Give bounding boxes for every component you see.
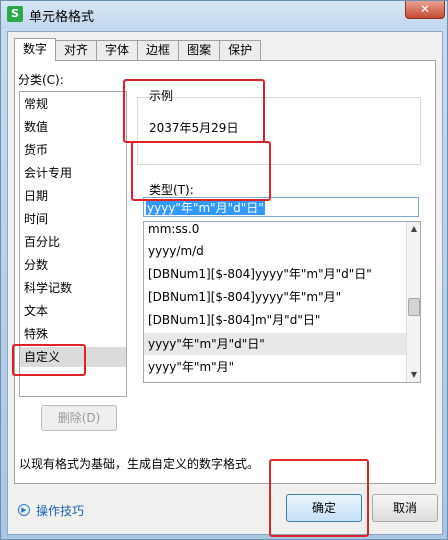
tab-protection[interactable]: 保护	[219, 40, 262, 60]
help-link[interactable]: 操作技巧	[36, 502, 84, 519]
sample-label: 示例	[149, 89, 174, 103]
tab-pattern[interactable]: 图案	[178, 40, 221, 60]
app-logo-icon: S	[7, 6, 23, 22]
tab-border[interactable]: 边框	[137, 40, 180, 60]
cancel-button[interactable]: 取消	[372, 494, 438, 522]
delete-button[interactable]: 删除(D)	[41, 405, 117, 431]
category-item-currency[interactable]: 货币	[20, 140, 126, 160]
type-input[interactable]: yyyy"年"m"月"d"日"	[143, 197, 419, 217]
ok-button[interactable]: 确定	[286, 494, 362, 522]
tab-bar: 数字 对齐 字体 边框 图案 保护	[14, 38, 262, 61]
dialog-body: 数字 对齐 字体 边框 图案 保护 分类(C): 常规 数值 货币 会计专用 日…	[7, 31, 443, 535]
category-item-percentage[interactable]: 百分比	[20, 232, 126, 252]
help-icon[interactable]: ▶	[18, 504, 30, 516]
format-item[interactable]: [DBNum1][$-804]m"月"d"日"	[144, 309, 406, 331]
category-item-custom[interactable]: 自定义	[20, 347, 126, 367]
format-item[interactable]: mm:ss.0	[144, 222, 406, 240]
tab-alignment[interactable]: 对齐	[55, 40, 98, 60]
format-list[interactable]: mm:ss.0 yyyy/m/d [DBNum1][$-804]yyyy"年"m…	[143, 221, 421, 383]
scroll-up-icon[interactable]: ▲	[407, 222, 420, 236]
category-item-time[interactable]: 时间	[20, 209, 126, 229]
title-bar[interactable]: S 单元格格式 ✕	[1, 1, 447, 29]
type-label: 类型(T):	[149, 183, 194, 197]
category-item-accounting[interactable]: 会计专用	[20, 163, 126, 183]
category-item-special[interactable]: 特殊	[20, 324, 126, 344]
category-item-date[interactable]: 日期	[20, 186, 126, 206]
sample-value: 2037年5月29日	[149, 121, 239, 135]
format-item[interactable]: [DBNum1][$-804]yyyy"年"m"月"	[144, 286, 406, 308]
scroll-thumb[interactable]	[408, 298, 420, 316]
scroll-down-icon[interactable]: ▼	[407, 368, 420, 382]
format-cells-dialog: S 单元格格式 ✕ 数字 对齐 字体 边框 图案 保护 分类(C): 常规 数值…	[0, 0, 448, 540]
number-tab-panel: 分类(C): 常规 数值 货币 会计专用 日期 时间 百分比 分数 科学记数 文…	[14, 60, 436, 484]
category-item-general[interactable]: 常规	[20, 94, 126, 114]
tab-font[interactable]: 字体	[96, 40, 139, 60]
close-button[interactable]: ✕	[405, 1, 445, 19]
format-list-scrollbar[interactable]: ▲ ▼	[406, 222, 420, 382]
category-item-scientific[interactable]: 科学记数	[20, 278, 126, 298]
category-item-fraction[interactable]: 分数	[20, 255, 126, 275]
description-text: 以现有格式为基础，生成自定义的数字格式。	[19, 457, 260, 471]
format-item[interactable]: yyyy/m/d	[144, 240, 406, 262]
tab-number[interactable]: 数字	[14, 38, 57, 61]
format-item-selected[interactable]: yyyy"年"m"月"d"日"	[144, 333, 406, 355]
format-item[interactable]: [DBNum1][$-804]yyyy"年"m"月"d"日"	[144, 263, 406, 285]
category-item-number[interactable]: 数值	[20, 117, 126, 137]
category-item-text[interactable]: 文本	[20, 301, 126, 321]
dialog-title: 单元格格式	[29, 10, 95, 25]
category-list[interactable]: 常规 数值 货币 会计专用 日期 时间 百分比 分数 科学记数 文本 特殊 自定…	[19, 91, 127, 397]
type-input-selected-text: yyyy"年"m"月"d"日"	[146, 201, 265, 215]
format-item[interactable]: yyyy"年"m"月"	[144, 356, 406, 378]
category-label: 分类(C):	[18, 73, 64, 87]
